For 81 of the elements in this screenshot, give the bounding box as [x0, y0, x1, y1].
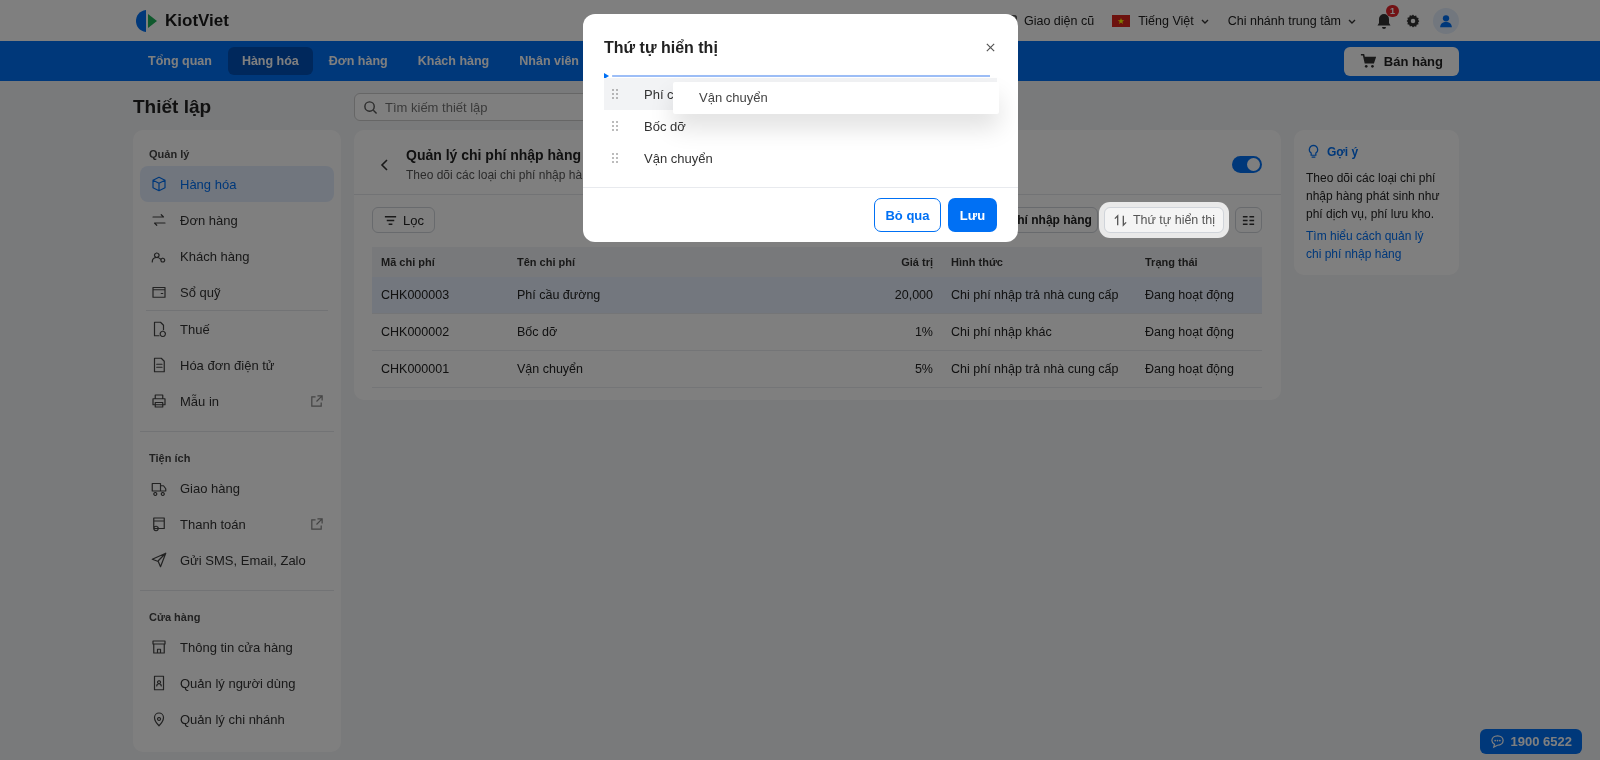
store-icon	[150, 638, 168, 656]
table-row[interactable]: CHK000002 Bốc dỡ 1% Chi phí nhập khác Đang hoạt động	[372, 313, 1262, 351]
card-icon	[150, 515, 168, 533]
cancel-button[interactable]: Bỏ qua	[874, 198, 941, 232]
table-cell: CHK000003	[372, 277, 508, 314]
table-cell: Chi phí nhập trả nhà cung cấp	[942, 277, 1136, 314]
lightbulb-icon	[1306, 144, 1321, 159]
columns-button[interactable]	[1235, 207, 1262, 233]
sidebar-item[interactable]: Thông tin cửa hàng	[140, 629, 334, 665]
sidebar-item[interactable]: Thuế	[140, 311, 334, 347]
settings-icon[interactable]	[1405, 12, 1421, 29]
flag-icon	[1112, 14, 1131, 27]
hint-link[interactable]: Tìm hiểu cách quản lý chi phí nhập hàng	[1306, 227, 1441, 263]
sidebar-item[interactable]: Quản lý chi nhánh	[140, 701, 334, 737]
table-cell: CHK000002	[372, 313, 508, 351]
section-title: Cửa hàng	[148, 610, 202, 625]
nav-tab[interactable]: Đơn hàng	[314, 47, 402, 75]
section-title: Tiện ích	[148, 451, 192, 467]
sidebar-item[interactable]: Giao hàng	[140, 470, 334, 506]
table-cell: Bốc dỡ	[508, 313, 784, 351]
save-button[interactable]: Lưu	[948, 198, 997, 232]
filter-button[interactable]: Lọc	[372, 207, 435, 233]
table-cell: Đang hoạt động	[1136, 313, 1262, 351]
printer-icon	[150, 392, 168, 410]
cart-icon	[1359, 53, 1376, 69]
table-cell: Chi phí nhập trả nhà cung cấp	[942, 350, 1136, 388]
table-row[interactable]: CHK000001 Vận chuyển 5% Chi phí nhập trả nhà cung cấp Đang hoạt động	[372, 350, 1262, 388]
branch-selector[interactable]: Chi nhánh trung tâm	[1227, 13, 1357, 28]
chat-icon	[1489, 734, 1505, 749]
table-cell: Đang hoạt động	[1136, 277, 1262, 314]
table-cell: 1%	[784, 313, 942, 351]
section-title: Quản lý	[148, 147, 191, 162]
hotline-button[interactable]: 1900 6522	[1479, 729, 1582, 754]
nav-tab[interactable]: Tổng quan	[134, 47, 226, 75]
arrows-icon	[150, 211, 168, 229]
column-header: Giá trị	[784, 247, 942, 277]
user-avatar[interactable]	[1433, 7, 1459, 34]
sell-button[interactable]: Bán hàng	[1343, 46, 1459, 76]
card-title: Quản lý chi phí nhập hàng	[406, 147, 582, 163]
close-icon[interactable]	[985, 42, 996, 53]
box-icon	[150, 175, 168, 193]
send-icon	[150, 551, 168, 569]
sort-icon	[1112, 212, 1128, 228]
table-cell: Đang hoạt động	[1136, 350, 1262, 388]
order-item[interactable]: Vận chuyển	[604, 142, 997, 174]
nav-tab[interactable]: Hàng hóa	[227, 47, 313, 75]
table-row[interactable]: CHK000003 Phí cầu đường 20,000 Chi phí nhập trả nhà cung cấp Đang hoạt động	[372, 277, 1262, 314]
table-cell: 20,000	[784, 277, 942, 314]
column-header: Tên chi phí	[508, 247, 784, 277]
sidebar-item[interactable]: Đơn hàng	[140, 202, 334, 238]
drag-preview-tooltip: Vận chuyển	[673, 82, 999, 114]
drag-handle-icon[interactable]	[612, 153, 618, 163]
drag-handle-icon[interactable]	[612, 89, 618, 99]
toggle-switch[interactable]	[1232, 156, 1262, 173]
notification-badge: 1	[1386, 4, 1399, 17]
sidebar-item[interactable]: Gửi SMS, Email, Zalo	[140, 542, 334, 578]
table-cell: CHK000001	[372, 350, 508, 388]
sidebar-item[interactable]: Sổ quỹ	[140, 274, 334, 310]
hint-text: Theo dõi các loại chi phí nhập hàng phát sinh như phí dịch vụ, phí lưu kho.	[1306, 170, 1441, 223]
column-header: Trạng thái	[1136, 247, 1262, 277]
sidebar-item[interactable]: Mẫu in	[140, 383, 334, 419]
dialog-title: Thứ tự hiển thị	[604, 38, 718, 57]
sidebar-item[interactable]: Hóa đơn điện tử	[140, 347, 334, 383]
column-header: Hình thức	[942, 247, 1136, 277]
card-subtitle: Theo dõi các loại chi phí nhập hà	[406, 168, 583, 182]
hint-title: Gợi ý	[1327, 144, 1359, 159]
sidebar-item[interactable]: Khách hàng	[140, 238, 334, 274]
table-cell: Chi phí nhập khác	[942, 313, 1136, 351]
language-selector[interactable]: Tiếng Việt	[1112, 13, 1210, 28]
table-cell: 5%	[784, 350, 942, 388]
page-title: Thiết lập	[133, 95, 213, 119]
table-cell: Vận chuyển	[508, 350, 784, 388]
sidebar-item[interactable]: Hàng hóa	[140, 166, 334, 202]
logo-text: KiotViet	[165, 10, 229, 31]
sidebar-item[interactable]: Thanh toán	[140, 506, 334, 542]
table-cell: Phí cầu đường	[508, 277, 784, 314]
back-icon[interactable]	[379, 156, 391, 173]
sidebar-item[interactable]: Quản lý người dùng	[140, 665, 334, 701]
nav-tab[interactable]: Khách hàng	[403, 47, 504, 75]
drag-handle-icon[interactable]	[612, 121, 618, 131]
column-header: Mã chi phí	[372, 247, 508, 277]
